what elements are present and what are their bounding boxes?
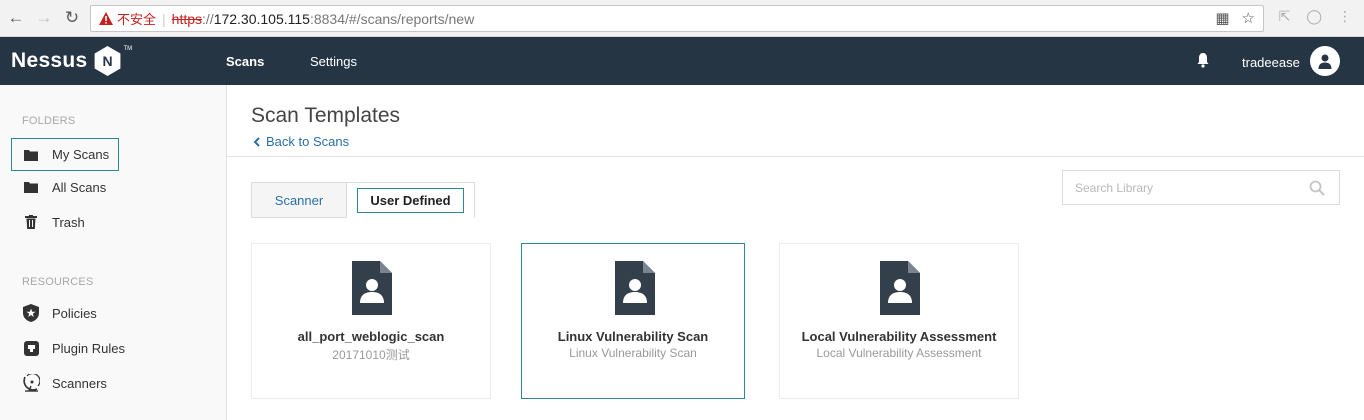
page-title: Scan Templates bbox=[251, 104, 401, 127]
sidebar-item-policies[interactable]: Policies bbox=[22, 302, 97, 324]
tab-label: User Defined bbox=[357, 187, 464, 213]
template-subtitle: Linux Vulnerability Scan bbox=[569, 346, 697, 360]
sidebar-item-label: Trash bbox=[52, 214, 85, 230]
search-library-input[interactable]: Search Library bbox=[1062, 170, 1340, 205]
extension-cursor-icon[interactable]: ⇱ bbox=[1279, 8, 1291, 25]
bookmark-star-icon[interactable]: ☆ bbox=[1242, 9, 1255, 27]
sidebar-item-all-scans[interactable]: All Scans bbox=[22, 176, 106, 198]
app-header: Nessus N TM Scans Settings tradeease bbox=[0, 37, 1364, 85]
sidebar-item-label: Scanners bbox=[52, 375, 107, 391]
url-host: 172.30.105.115 bbox=[213, 10, 310, 27]
username[interactable]: tradeease bbox=[1242, 55, 1300, 70]
translate-icon[interactable]: ▦ bbox=[1215, 9, 1229, 27]
sidebar-item-trash[interactable]: Trash bbox=[22, 211, 85, 233]
template-subtitle: 20171010测试 bbox=[332, 348, 410, 362]
sidebar-item-label: All Scans bbox=[52, 179, 107, 195]
template-card[interactable]: Linux Vulnerability Scan Linux Vulnerabi… bbox=[521, 243, 745, 399]
folder-icon bbox=[22, 147, 40, 163]
warning-icon bbox=[99, 12, 113, 25]
nav-scans[interactable]: Scans bbox=[226, 54, 264, 69]
template-subtitle: Local Vulnerability Assessment bbox=[816, 346, 982, 360]
extension-shield-icon[interactable]: ◯ bbox=[1306, 8, 1322, 25]
reload-icon[interactable]: ↻ bbox=[62, 8, 82, 28]
user-document-icon bbox=[615, 261, 655, 315]
back-to-scans-link[interactable]: Back to Scans bbox=[253, 134, 349, 149]
insecure-label: 不安全 bbox=[117, 12, 157, 27]
sidebar-item-label: Policies bbox=[52, 305, 97, 321]
sidebar-item-label: Plugin Rules bbox=[52, 340, 125, 356]
back-arrow-icon[interactable]: ← bbox=[6, 8, 26, 28]
brand-badge-icon: N bbox=[94, 46, 121, 76]
tab-scanner[interactable]: Scanner bbox=[251, 182, 347, 218]
browser-toolbar: ← → ↻ 不安全 | https :// 172.30.105.115 :88… bbox=[0, 0, 1364, 37]
template-card[interactable]: all_port_weblogic_scan 20171010测试 bbox=[251, 243, 491, 399]
person-icon bbox=[1318, 54, 1332, 69]
template-card[interactable]: Local Vulnerability Assessment Local Vul… bbox=[779, 243, 1019, 399]
menu-icon[interactable]: ⋮ bbox=[1338, 8, 1352, 25]
template-title: Linux Vulnerability Scan bbox=[557, 329, 709, 344]
tab-user-defined[interactable]: User Defined bbox=[346, 182, 475, 218]
header-divider bbox=[227, 156, 1364, 157]
url-path: :8834/#/scans/reports/new bbox=[309, 10, 475, 27]
address-separator: | bbox=[162, 10, 166, 27]
tab-label: Scanner bbox=[274, 192, 324, 208]
satellite-dish-icon bbox=[22, 374, 40, 392]
sidebar-item-my-scans[interactable]: My Scans bbox=[11, 138, 119, 171]
resources-heading: RESOURCES bbox=[22, 276, 94, 288]
plugin-icon bbox=[22, 340, 40, 356]
sidebar-item-label: My Scans bbox=[52, 147, 110, 162]
user-avatar-icon[interactable] bbox=[1310, 46, 1340, 76]
sidebar-item-scanners[interactable]: Scanners bbox=[22, 372, 107, 394]
template-title: all_port_weblogic_scan bbox=[297, 329, 445, 344]
chevron-left-icon bbox=[253, 136, 260, 147]
folders-heading: FOLDERS bbox=[22, 115, 76, 127]
address-bar[interactable]: 不安全 | https :// 172.30.105.115 :8834/#/s… bbox=[90, 5, 1264, 32]
trademark: TM bbox=[123, 46, 133, 52]
user-document-icon bbox=[880, 261, 920, 315]
trash-icon bbox=[22, 214, 40, 230]
back-link-label: Back to Scans bbox=[266, 134, 350, 149]
nessus-logo[interactable]: Nessus N TM bbox=[11, 46, 132, 76]
nav-settings[interactable]: Settings bbox=[310, 54, 357, 69]
sidebar-item-plugin-rules[interactable]: Plugin Rules bbox=[22, 337, 125, 359]
shield-star-icon bbox=[22, 304, 40, 322]
folder-icon bbox=[22, 179, 40, 195]
brand-text: Nessus bbox=[11, 49, 88, 72]
forward-arrow-icon[interactable]: → bbox=[34, 8, 54, 28]
search-placeholder: Search Library bbox=[1075, 180, 1154, 195]
bell-icon[interactable] bbox=[1195, 52, 1211, 68]
template-title: Local Vulnerability Assessment bbox=[801, 329, 997, 344]
sidebar: FOLDERS My Scans All Scans Trash RESOURC… bbox=[0, 85, 227, 420]
url-scheme-separator: :// bbox=[202, 10, 214, 27]
search-icon[interactable] bbox=[1309, 180, 1325, 196]
user-document-icon bbox=[352, 261, 392, 315]
url-scheme: https bbox=[171, 10, 203, 27]
